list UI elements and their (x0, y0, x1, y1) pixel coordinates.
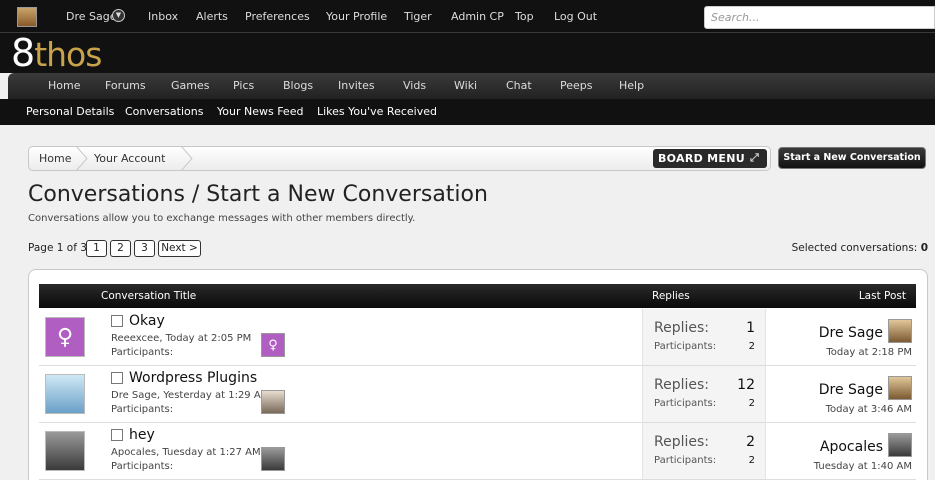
conversation-title[interactable]: Wordpress Plugins (129, 370, 257, 386)
last-post-time: Tuesday at 1:40 AM (813, 461, 912, 472)
expand-icon: ⤢ (750, 151, 760, 164)
select-checkbox[interactable] (111, 315, 123, 327)
tab-home[interactable]: Home (48, 79, 80, 92)
top-bar: Dre Sage ▼ Inbox Alerts Preferences Your… (0, 0, 935, 33)
breadcrumb-your-account[interactable]: Your Account (94, 152, 165, 165)
participant-avatar[interactable] (261, 390, 285, 414)
participant-avatar[interactable]: ♀ (261, 333, 285, 357)
page-3-button[interactable]: 3 (134, 240, 155, 257)
conversation-title[interactable]: Okay (129, 313, 165, 329)
selected-conversations: Selected conversations: 0 (791, 242, 928, 254)
chevron-down-icon[interactable]: ▼ (112, 9, 125, 22)
last-post-time: Today at 2:18 PM (826, 347, 912, 358)
conversation-meta: Apocales, Tuesday at 1:27 AM (111, 447, 261, 458)
participant-avatar[interactable] (261, 447, 285, 471)
tab-games[interactable]: Games (171, 79, 209, 92)
conversation-stats: Replies: 1 Participants: 2 (642, 309, 766, 365)
subnav-news-feed[interactable]: Your News Feed (217, 105, 303, 118)
conversation-stats: Replies: 2 Participants: 2 (642, 423, 766, 479)
participants-label: Participants: (111, 347, 174, 358)
female-symbol-icon: ♀ (268, 337, 278, 353)
user-avatar[interactable] (17, 7, 37, 27)
page-2-button[interactable]: 2 (110, 240, 131, 257)
column-replies: Replies (652, 290, 690, 302)
last-post-user[interactable]: Apocales (820, 439, 883, 455)
column-last-post: Last Post (858, 290, 906, 302)
tab-vids[interactable]: Vids (403, 79, 426, 92)
main-nav: Home Forums Games Pics Blogs Invites Vid… (8, 73, 935, 99)
participants-label: Participants: (111, 404, 174, 415)
nav-inbox[interactable]: Inbox (148, 10, 178, 23)
participants-label: Participants: (111, 461, 174, 472)
user-menu-link[interactable]: Dre Sage (66, 10, 117, 23)
breadcrumb-home[interactable]: Home (39, 152, 71, 165)
tab-pics[interactable]: Pics (233, 79, 254, 92)
nav-alerts[interactable]: Alerts (196, 10, 228, 23)
site-logo[interactable]: 8thos (11, 34, 102, 73)
nav-log-out[interactable]: Log Out (554, 10, 597, 23)
tab-forums[interactable]: Forums (105, 79, 146, 92)
subnav-likes-received[interactable]: Likes You've Received (317, 105, 437, 118)
last-post-user[interactable]: Dre Sage (819, 325, 883, 341)
conversation-meta: Dre Sage, Yesterday at 1:29 A (111, 390, 261, 401)
replies-count: 12 (737, 377, 755, 393)
participants-count: 2 (748, 398, 755, 409)
breadcrumb-separator-icon (180, 146, 193, 171)
last-post-avatar[interactable] (888, 376, 912, 400)
tab-wiki[interactable]: Wiki (454, 79, 477, 92)
next-page-button[interactable]: Next > (158, 240, 201, 257)
replies-count: 1 (746, 320, 755, 336)
search-input[interactable] (704, 6, 935, 29)
column-title: Conversation Title (101, 290, 197, 302)
list-item[interactable]: ♀ Okay Reeexcee, Today at 2:05 PM Partic… (39, 309, 916, 366)
conversation-title[interactable]: hey (129, 427, 155, 443)
tab-peeps[interactable]: Peeps (560, 79, 593, 92)
last-post-time: Today at 3:46 AM (825, 404, 912, 415)
subnav-personal-details[interactable]: Personal Details (26, 105, 114, 118)
page-description: Conversations allow you to exchange mess… (28, 213, 416, 224)
nav-tiger[interactable]: Tiger (404, 10, 432, 23)
nav-your-profile[interactable]: Your Profile (326, 10, 387, 23)
nav-top[interactable]: Top (515, 10, 534, 23)
board-menu-button[interactable]: BOARD MENU ⤢ (653, 149, 767, 168)
page-1-button[interactable]: 1 (86, 240, 107, 257)
tab-blogs[interactable]: Blogs (283, 79, 313, 92)
nav-admin-cp[interactable]: Admin CP (451, 10, 504, 23)
participants-count: 2 (748, 455, 755, 466)
site-header: 8thos (0, 33, 935, 73)
page-title: Conversations / Start a New Conversation (28, 182, 488, 207)
conversation-stats: Replies: 12 Participants: 2 (642, 366, 766, 422)
list-item[interactable]: Wordpress Plugins Dre Sage, Yesterday at… (39, 366, 916, 423)
avatar[interactable] (45, 431, 85, 471)
tab-chat[interactable]: Chat (506, 79, 532, 92)
last-post-avatar[interactable] (888, 433, 912, 457)
female-symbol-icon: ♀ (56, 324, 74, 350)
nav-preferences[interactable]: Preferences (245, 10, 310, 23)
page-count-label: Page 1 of 3 (28, 242, 87, 254)
sub-nav: Personal Details Conversations Your News… (0, 99, 935, 125)
replies-count: 2 (746, 434, 755, 450)
list-item[interactable]: hey Apocales, Tuesday at 1:27 AM Partici… (39, 423, 916, 480)
avatar[interactable]: ♀ (45, 317, 85, 357)
select-checkbox[interactable] (111, 372, 123, 384)
participants-count: 2 (748, 341, 755, 352)
avatar[interactable] (45, 374, 85, 414)
subnav-conversations[interactable]: Conversations (125, 105, 203, 118)
start-new-conversation-button[interactable]: Start a New Conversation (778, 147, 926, 169)
breadcrumb: Home Your Account BOARD MENU ⤢ (28, 146, 771, 171)
tab-help[interactable]: Help (619, 79, 644, 92)
select-checkbox[interactable] (111, 429, 123, 441)
last-post-avatar[interactable] (888, 319, 912, 343)
last-post-user[interactable]: Dre Sage (819, 382, 883, 398)
tab-invites[interactable]: Invites (338, 79, 375, 92)
conversation-meta: Reeexcee, Today at 2:05 PM (111, 333, 252, 344)
list-header: Conversation Title Replies Last Post (39, 284, 916, 308)
breadcrumb-separator-icon (75, 146, 88, 171)
